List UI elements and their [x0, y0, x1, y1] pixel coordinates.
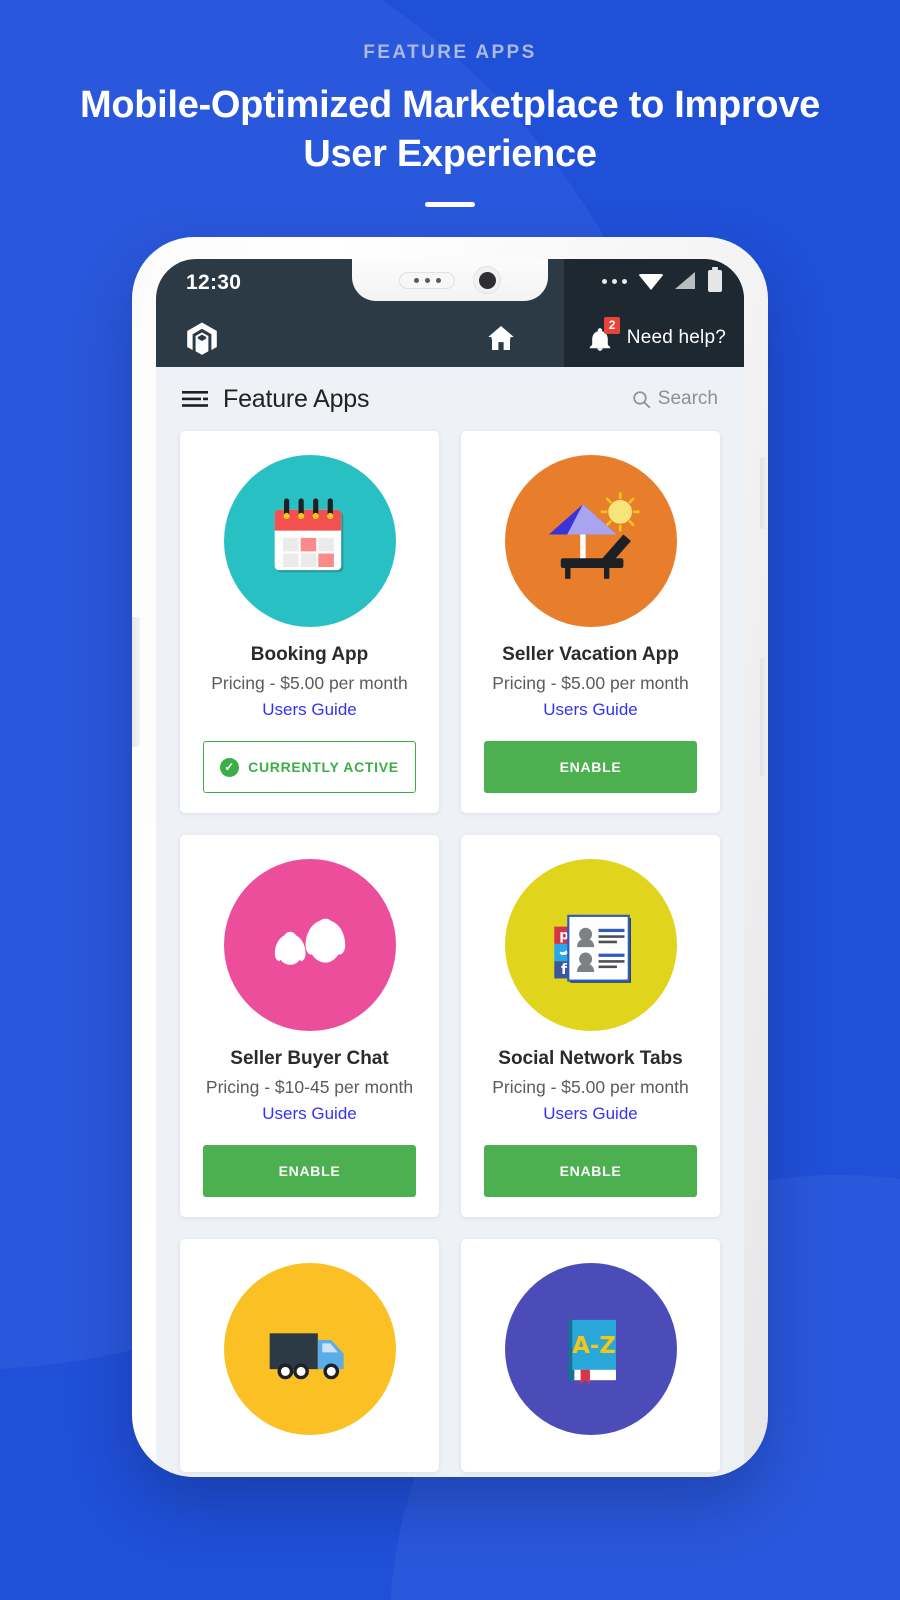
beach-chair-umbrella-icon: [548, 492, 640, 579]
app-name: Social Network Tabs: [498, 1048, 683, 1069]
hero-eyebrow: FEATURE APPS: [363, 42, 537, 63]
battery-icon: [708, 267, 722, 292]
search-icon: [633, 390, 650, 408]
currently-active-button[interactable]: ✓ CURRENTLY ACTIVE: [203, 741, 416, 793]
app-bar: 2 Need help?: [156, 309, 744, 367]
az-book-icon: A-Z: [567, 1319, 616, 1385]
app-card-seller-buyer-chat[interactable]: Seller Buyer Chat Pricing - $10-45 per m…: [180, 835, 439, 1217]
feature-apps-title: Feature Apps: [223, 384, 370, 413]
svg-text:f: f: [560, 962, 567, 978]
app-price: Pricing - $10-45 per month: [205, 1077, 414, 1097]
page-header: Feature Apps Search: [156, 367, 744, 431]
users-guide-link[interactable]: Users Guide: [194, 1104, 425, 1124]
page-header-left: Feature Apps: [182, 384, 370, 414]
speaker-grille-icon: [399, 271, 455, 289]
social-contacts-icon: p f: [553, 914, 631, 983]
phone-mockup: 12:30 2 Need help? Feature Apps Search B…: [132, 237, 768, 1477]
feature-apps-grid: Booking App Pricing - $5.00 per month Us…: [156, 431, 744, 1472]
users-guide-link[interactable]: Users Guide: [475, 1104, 706, 1124]
signal-icon: [675, 271, 697, 291]
app-card-shipping[interactable]: [180, 1239, 439, 1472]
notification-badge: 2: [603, 317, 621, 334]
app-card-social-network-tabs[interactable]: p f Social Network Tabs Pricing - $5.00 …: [461, 835, 720, 1217]
app-name: Seller Vacation App: [502, 644, 679, 665]
phone-side-button-left[interactable]: [132, 617, 140, 747]
home-icon[interactable]: [486, 323, 516, 353]
search-button[interactable]: Search: [632, 388, 718, 410]
notifications-button[interactable]: 2: [587, 317, 621, 354]
app-name: Booking App: [250, 644, 369, 665]
hero-section: FEATURE APPS Mobile-Optimized Marketplac…: [0, 0, 900, 207]
app-card-seller-vacation[interactable]: Seller Vacation App Pricing - $5.00 per …: [461, 431, 720, 813]
enable-button[interactable]: ENABLE: [484, 1145, 697, 1197]
phone-notch: [352, 259, 548, 301]
wifi-icon: [638, 272, 664, 291]
status-bar-icons: [602, 267, 722, 292]
app-price: Pricing - $5.00 per month: [492, 673, 689, 693]
app-bar-actions: 2 Need help?: [587, 309, 726, 367]
app-icon-circle: A-Z: [504, 1263, 677, 1435]
menu-icon[interactable]: [182, 389, 210, 409]
status-bar-clock: 12:30: [186, 271, 242, 294]
app-icon-circle: [223, 859, 396, 1031]
app-name: Seller Buyer Chat: [230, 1048, 389, 1069]
phone-power-button[interactable]: [760, 457, 768, 529]
button-label: CURRENTLY ACTIVE: [248, 759, 399, 775]
button-label: ENABLE: [278, 1163, 341, 1179]
delivery-truck-icon: [269, 1333, 344, 1380]
page-title: Mobile-Optimized Marketplace to Improve …: [80, 84, 820, 176]
app-icon-circle: [504, 455, 677, 627]
app-icon-circle: [223, 455, 396, 627]
status-bar: 12:30: [156, 259, 744, 309]
app-card-glossary[interactable]: A-Z: [461, 1239, 720, 1472]
phone-volume-button[interactable]: [760, 657, 768, 777]
calendar-icon: [274, 498, 343, 573]
more-dots-icon: [602, 278, 627, 284]
app-price: Pricing - $5.00 per month: [211, 673, 408, 693]
enable-button[interactable]: ENABLE: [484, 741, 697, 793]
users-guide-link[interactable]: Users Guide: [194, 700, 425, 720]
button-label: ENABLE: [559, 1163, 622, 1179]
button-label: ENABLE: [559, 759, 622, 775]
hero-divider: [425, 201, 475, 207]
check-icon: ✓: [220, 757, 240, 777]
users-guide-link[interactable]: Users Guide: [475, 700, 706, 720]
app-icon-circle: [223, 1263, 396, 1435]
book-label: A-Z: [572, 1333, 616, 1359]
search-label: Search: [657, 388, 718, 409]
magento-logo-icon[interactable]: [184, 321, 220, 357]
front-camera-icon: [473, 266, 501, 294]
enable-button[interactable]: ENABLE: [203, 1145, 416, 1197]
two-people-icon: [274, 918, 345, 965]
app-price: Pricing - $5.00 per month: [492, 1077, 689, 1097]
need-help-link[interactable]: Need help?: [627, 327, 726, 349]
phone-screen: 12:30 2 Need help? Feature Apps Search B…: [156, 259, 744, 1477]
app-card-booking[interactable]: Booking App Pricing - $5.00 per month Us…: [180, 431, 439, 813]
app-icon-circle: p f: [504, 859, 677, 1031]
